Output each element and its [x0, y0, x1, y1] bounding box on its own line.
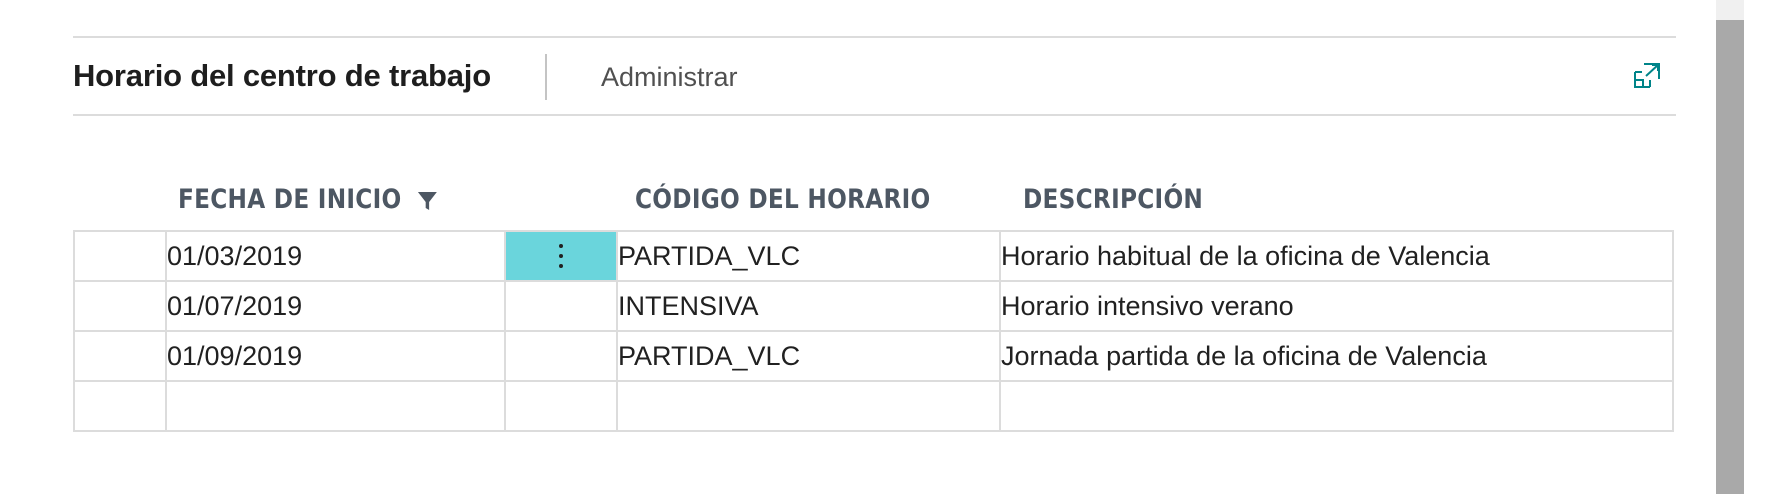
- cell-start-date[interactable]: 01/07/2019: [165, 280, 506, 332]
- column-header-description[interactable]: DESCRIPCIÓN: [1023, 184, 1203, 215]
- cell-schedule-code[interactable]: INTENSIVA: [616, 280, 1001, 332]
- cell-description[interactable]: [999, 380, 1674, 432]
- row-selector[interactable]: [73, 330, 167, 382]
- part-header: Horario del centro de trabajo Administra…: [73, 38, 1676, 116]
- row-selector[interactable]: [73, 380, 167, 432]
- manage-action-button[interactable]: Administrar: [601, 62, 738, 93]
- vertical-ellipsis-icon[interactable]: [558, 240, 564, 272]
- table-row[interactable]: 01/09/2019 PARTIDA_VLC Jornada partida d…: [73, 330, 1674, 382]
- column-header-schedule-code[interactable]: CÓDIGO DEL HORARIO: [635, 184, 931, 215]
- cell-schedule-code[interactable]: PARTIDA_VLC: [616, 230, 1001, 282]
- cell-start-date[interactable]: [165, 380, 506, 432]
- row-selector[interactable]: [73, 280, 167, 332]
- cell-description[interactable]: Horario intensivo verano: [999, 280, 1674, 332]
- page: Horario del centro de trabajo Administra…: [0, 0, 1778, 494]
- table-row[interactable]: 01/03/2019 PARTIDA_VLC Horario habitual …: [73, 230, 1674, 282]
- row-menu-cell[interactable]: [504, 380, 618, 432]
- column-header-start-date[interactable]: FECHA DE INICIO: [178, 184, 437, 215]
- header-separator: [545, 54, 547, 100]
- column-header-start-date-label: FECHA DE INICIO: [178, 184, 402, 215]
- table-row-new[interactable]: [73, 380, 1674, 432]
- schedule-table: 01/03/2019 PARTIDA_VLC Horario habitual …: [73, 230, 1674, 432]
- cell-schedule-code[interactable]: [616, 380, 1001, 432]
- cell-description[interactable]: Jornada partida de la oficina de Valenci…: [999, 330, 1674, 382]
- row-menu-cell[interactable]: [504, 280, 618, 332]
- expand-icon[interactable]: [1632, 60, 1662, 90]
- cell-start-date[interactable]: 01/09/2019: [165, 330, 506, 382]
- cell-schedule-code[interactable]: PARTIDA_VLC: [616, 330, 1001, 382]
- table-row[interactable]: 01/07/2019 INTENSIVA Horario intensivo v…: [73, 280, 1674, 332]
- row-menu-cell[interactable]: [504, 230, 618, 282]
- part-title: Horario del centro de trabajo: [73, 58, 491, 93]
- scrollbar-thumb[interactable]: [1716, 20, 1744, 494]
- filter-icon[interactable]: [417, 190, 438, 212]
- row-menu-cell[interactable]: [504, 330, 618, 382]
- row-selector[interactable]: [73, 230, 167, 282]
- cell-start-date[interactable]: 01/03/2019: [165, 230, 506, 282]
- cell-description[interactable]: Horario habitual de la oficina de Valenc…: [999, 230, 1674, 282]
